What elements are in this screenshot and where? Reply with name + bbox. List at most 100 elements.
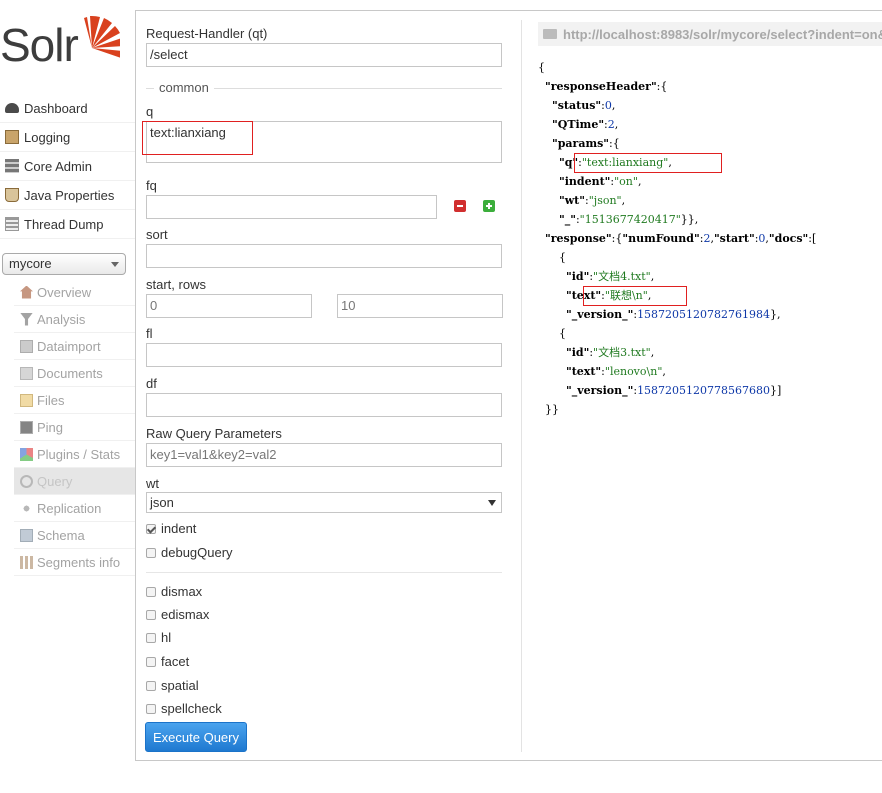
fl-input[interactable] [146, 343, 502, 367]
checkbox-box[interactable] [146, 703, 156, 714]
core-menu-dataimport[interactable]: Dataimport [14, 333, 135, 360]
logo-text: Solr [0, 19, 79, 71]
core-menu-query[interactable]: Query [14, 468, 135, 495]
text-field-highlight-box [583, 286, 687, 306]
execute-query-label: Execute Query [153, 729, 239, 745]
sort-label: sort [146, 227, 168, 242]
search-icon [20, 474, 33, 488]
plugins-icon [20, 447, 33, 461]
home-icon [20, 285, 33, 299]
nav-item-dashboard[interactable]: Dashboard [0, 94, 135, 123]
core-menu-plugins-stats[interactable]: Plugins / Stats [14, 441, 135, 468]
hl-checkbox[interactable]: hl [146, 630, 171, 645]
nav-item-thread-dump[interactable]: Thread Dump [0, 210, 135, 239]
request-url: http://localhost:8983/solr/mycore/select… [563, 26, 882, 42]
checkbox-box[interactable] [146, 609, 156, 620]
dismax-checkbox[interactable]: dismax [146, 584, 202, 599]
core-menu-replication[interactable]: Replication [14, 495, 135, 522]
segments-icon [20, 555, 33, 569]
raw-query-label: Raw Query Parameters [146, 426, 282, 441]
core-menu-analysis[interactable]: Analysis [14, 306, 135, 333]
response-json: { "responseHeader":{ "status":0, "QTime"… [538, 58, 816, 419]
qt-input[interactable]: /select [146, 43, 502, 67]
nav-item-label: Thread Dump [24, 216, 104, 232]
raw-query-input[interactable]: key1=val1&key2=val2 [146, 443, 502, 467]
spatial-checkbox[interactable]: spatial [146, 678, 199, 693]
rows-input[interactable]: 10 [337, 294, 503, 318]
fq-input[interactable] [146, 195, 437, 219]
wt-select[interactable]: json [146, 492, 502, 513]
link-icon [543, 29, 557, 39]
core-menu: Overview Analysis Dataimport Documents F… [14, 279, 135, 576]
core-menu-label: Query [37, 473, 73, 489]
core-selector[interactable]: mycore [2, 253, 126, 275]
sort-input[interactable] [146, 244, 502, 268]
checkbox-box[interactable] [146, 547, 156, 558]
logging-icon [5, 130, 19, 144]
json-line: "id":"文档4.txt", [565, 270, 655, 283]
solr-logo[interactable]: Solr [0, 8, 120, 70]
remove-fq-button[interactable] [454, 200, 466, 212]
schema-icon [20, 528, 33, 542]
facet-checkbox[interactable]: facet [146, 654, 189, 669]
checkbox-box[interactable] [146, 632, 156, 643]
core-menu-label: Files [37, 392, 65, 408]
wt-select-value: json [150, 495, 174, 510]
core-menu-label: Ping [37, 419, 64, 435]
spellcheck-checkbox[interactable]: spellcheck [146, 701, 222, 716]
checkbox-box[interactable] [146, 586, 156, 597]
add-fq-button[interactable] [483, 200, 495, 212]
divider [521, 20, 522, 752]
dismax-label: dismax [161, 584, 203, 599]
chevron-down-icon [488, 500, 496, 506]
core-menu-label: Replication [37, 500, 102, 516]
q-param-highlight-box [574, 153, 722, 173]
nav-item-logging[interactable]: Logging [0, 123, 135, 152]
request-url-link[interactable]: http://localhost:8983/solr/mycore/select… [538, 22, 882, 46]
core-menu-label: Schema [37, 527, 85, 543]
common-section-header: common [146, 80, 502, 96]
core-menu-label: Analysis [37, 311, 86, 327]
indent-label: indent [161, 521, 197, 536]
fl-label: fl [146, 326, 153, 341]
core-menu-documents[interactable]: Documents [14, 360, 135, 387]
execute-query-button[interactable]: Execute Query [145, 722, 247, 752]
checkbox-box[interactable] [146, 523, 156, 534]
edismax-checkbox[interactable]: edismax [146, 607, 209, 622]
core-selector-value: mycore [9, 256, 52, 271]
checkbox-box[interactable] [146, 680, 156, 691]
q-label: q [146, 104, 154, 119]
nav-item-core-admin[interactable]: Core Admin [0, 152, 135, 181]
qt-label: Request-Handler (qt) [146, 26, 268, 41]
core-menu-files[interactable]: Files [14, 387, 135, 414]
json-line: { [538, 327, 566, 340]
core-menu-ping[interactable]: Ping [14, 414, 135, 441]
nav-item-java-properties[interactable]: Java Properties [0, 181, 135, 210]
debugquery-checkbox[interactable]: debugQuery [146, 545, 233, 560]
q-highlight-box [142, 121, 253, 155]
nav-item-label: Java Properties [24, 187, 115, 203]
json-line: { [538, 251, 566, 264]
checkbox-box[interactable] [146, 656, 156, 667]
core-menu-label: Documents [37, 365, 103, 381]
indent-checkbox[interactable]: indent [146, 521, 196, 536]
chevron-down-icon [111, 262, 119, 267]
nav-item-label: Dashboard [24, 100, 88, 116]
core-menu-overview[interactable]: Overview [14, 279, 135, 306]
funnel-icon [20, 312, 33, 326]
json-line: "response":{"numFound":2,"start":0,"docs… [545, 232, 817, 245]
java-icon [5, 188, 19, 202]
hl-label: hl [161, 630, 172, 645]
core-menu-segments-info[interactable]: Segments info [14, 549, 135, 576]
wt-label: wt [146, 476, 159, 491]
core-menu-label: Segments info [37, 554, 121, 570]
dataimport-icon [20, 339, 33, 353]
core-menu-schema[interactable]: Schema [14, 522, 135, 549]
core-menu-label: Overview [37, 284, 92, 300]
divider [146, 88, 154, 89]
df-input[interactable] [146, 393, 502, 417]
json-line: "id":"文档3.txt", [565, 346, 655, 359]
start-input[interactable]: 0 [146, 294, 312, 318]
json-line: "_version_":1587205120782761984}, [565, 308, 781, 321]
files-icon [20, 393, 33, 407]
